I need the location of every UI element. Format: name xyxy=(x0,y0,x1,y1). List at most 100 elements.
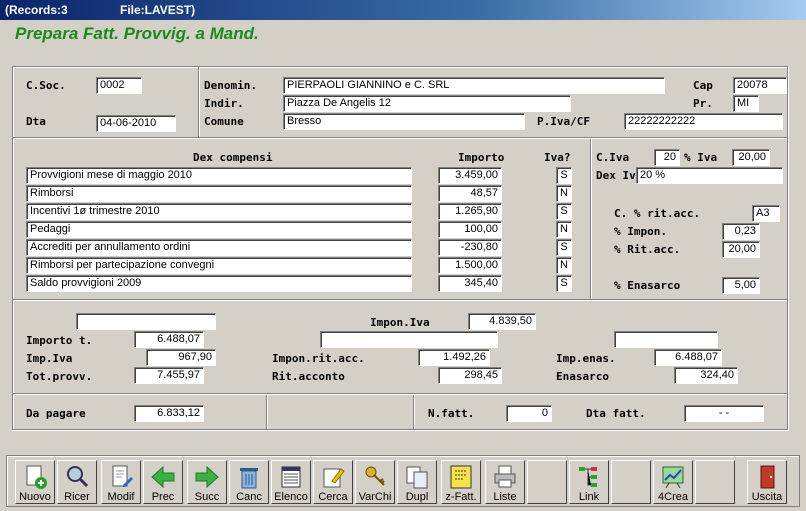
link-tree-icon xyxy=(570,463,608,491)
compenso-importo-field[interactable]: 3.459,00 xyxy=(438,167,502,184)
compenso-importo-field[interactable]: -230,80 xyxy=(438,239,502,256)
compenso-dex-field[interactable]: Incentivi 1ø trimestre 2010 xyxy=(26,203,412,220)
arrow-right-icon xyxy=(188,463,226,491)
trash-icon xyxy=(230,463,268,491)
impon-iva-label: Impon.Iva xyxy=(370,316,430,329)
new-document-icon xyxy=(16,463,54,491)
nfatt-label: N.fatt. xyxy=(428,407,475,420)
compenso-dex-field[interactable]: Provvigioni mese di maggio 2010 xyxy=(26,167,412,184)
enasarco-perc-field[interactable]: 5,00 xyxy=(722,277,760,294)
exit-door-icon xyxy=(748,463,786,491)
imp-iva-field[interactable]: 967,90 xyxy=(146,349,216,366)
divider xyxy=(13,137,787,139)
uscita-button[interactable]: Uscita xyxy=(747,460,787,504)
blank-field[interactable] xyxy=(76,313,216,330)
importo-t-label: Importo t. xyxy=(26,334,93,347)
critacc-field[interactable]: A3 xyxy=(752,205,780,222)
cap-field[interactable]: 20078 xyxy=(733,77,787,94)
compenso-iva-field[interactable]: S xyxy=(556,275,572,292)
empty-button[interactable] xyxy=(527,460,567,504)
printer-icon xyxy=(486,463,524,491)
impon-ritacc-label: Impon.rit.acc. xyxy=(272,352,365,365)
dtafatt-field[interactable]: - - xyxy=(684,405,764,422)
ritacc-perc-field[interactable]: 20,00 xyxy=(722,241,760,258)
z-fatt-button[interactable]: z-Fatt. xyxy=(441,460,481,504)
compenso-iva-field[interactable]: S xyxy=(556,239,572,256)
compenso-importo-field[interactable]: 1.500,00 xyxy=(438,257,502,274)
ricer-button[interactable]: Ricer xyxy=(57,460,97,504)
compenso-dex-field[interactable]: Saldo provvigioni 2009 xyxy=(26,275,412,292)
compenso-iva-field[interactable]: N xyxy=(556,257,572,274)
pr-field[interactable]: MI xyxy=(733,95,759,112)
col-importo-header: Importo xyxy=(458,151,505,164)
empty-button[interactable] xyxy=(695,460,735,504)
rit-acconto-field[interactable]: 298,45 xyxy=(438,367,502,384)
canc-button[interactable]: Canc xyxy=(229,460,269,504)
compenso-iva-field[interactable]: S xyxy=(556,167,572,184)
nuovo-button[interactable]: Nuovo xyxy=(15,460,55,504)
col-iva-header: Iva? xyxy=(544,151,571,164)
indir-field[interactable]: Piazza De Angelis 12 xyxy=(283,95,571,112)
compenso-dex-field[interactable]: Rimborsi xyxy=(26,185,412,202)
dex-iva-label: Dex Iv xyxy=(596,169,636,182)
compenso-importo-field[interactable]: 100,00 xyxy=(438,221,502,238)
compenso-importo-field[interactable]: 345,40 xyxy=(438,275,502,292)
impon-iva-field[interactable]: 4.839,50 xyxy=(468,313,536,330)
dta-field[interactable]: 04-06-2010 xyxy=(96,115,176,132)
modif-button[interactable]: Modif xyxy=(101,460,141,504)
compenso-dex-field[interactable]: Pedaggi xyxy=(26,221,412,238)
chart-board-icon xyxy=(654,463,692,491)
compenso-iva-field[interactable]: N xyxy=(556,185,572,202)
impon-perc-field[interactable]: 0,23 xyxy=(722,223,760,240)
perc-iva-field[interactable]: 20,00 xyxy=(732,149,770,166)
liste-button[interactable]: Liste xyxy=(485,460,525,504)
cerca-button[interactable]: Cerca xyxy=(313,460,353,504)
csoc-field[interactable]: 0002 xyxy=(96,77,142,94)
enasarco-perc-label: % Enasarco xyxy=(614,279,681,292)
toolbar: Nuovo Ricer Modif Prec Succ Canc Elenco … xyxy=(6,455,800,507)
impon-perc-label: % Impon. xyxy=(614,225,667,238)
empty-button[interactable] xyxy=(611,460,651,504)
crea-button[interactable]: 4Crea xyxy=(653,460,693,504)
enasarco-field[interactable]: 324,40 xyxy=(674,367,738,384)
link-button[interactable]: Link xyxy=(569,460,609,504)
dex-iva-field[interactable]: 20 % xyxy=(636,167,783,184)
edit-document-icon xyxy=(102,463,140,491)
window-titlebar: (Records:3 File:LAVEST) xyxy=(0,0,806,20)
col-dex-header: Dex compensi xyxy=(193,151,273,164)
compenso-dex-field[interactable]: Rimborsi per partecipazione convegni xyxy=(26,257,412,274)
compenso-dex-field[interactable]: Accrediti per annullamento ordini xyxy=(26,239,412,256)
blank-field[interactable] xyxy=(614,331,718,348)
perc-iva-label: % Iva xyxy=(684,151,718,164)
divider xyxy=(413,395,415,429)
civa-label: C.Iva xyxy=(596,151,630,164)
divider xyxy=(198,67,200,137)
file-name: File:LAVEST) xyxy=(120,3,196,17)
prec-button[interactable]: Prec xyxy=(143,460,183,504)
denomin-label: Denomin. xyxy=(204,79,257,92)
impon-ritacc-field[interactable]: 1.492,26 xyxy=(418,349,490,366)
varchi-button[interactable]: VarChi xyxy=(355,460,395,504)
critacc-label: C. % rit.acc. xyxy=(614,207,701,220)
keys-icon xyxy=(356,463,394,491)
arrow-left-icon xyxy=(144,463,182,491)
importo-t-field[interactable]: 6.488,07 xyxy=(134,331,204,348)
tot-provv-field[interactable]: 7.455,97 xyxy=(134,367,204,384)
divider xyxy=(13,393,787,395)
nfatt-field[interactable]: 0 xyxy=(506,405,552,422)
blank-field[interactable] xyxy=(320,331,498,348)
compenso-importo-field[interactable]: 1.265,90 xyxy=(438,203,502,220)
civa-field[interactable]: 20 xyxy=(654,149,680,166)
succ-button[interactable]: Succ xyxy=(187,460,227,504)
elenco-button[interactable]: Elenco xyxy=(271,460,311,504)
comune-field[interactable]: Bresso xyxy=(283,113,525,130)
denomin-field[interactable]: PIERPAOLI GIANNINO e C. SRL xyxy=(283,77,665,94)
piva-label: P.Iva/CF xyxy=(537,115,590,128)
compenso-iva-field[interactable]: N xyxy=(556,221,572,238)
piva-field[interactable]: 22222222222 xyxy=(624,113,783,130)
da-pagare-field[interactable]: 6.833,12 xyxy=(134,405,204,422)
compenso-iva-field[interactable]: S xyxy=(556,203,572,220)
dupl-button[interactable]: Dupl xyxy=(397,460,437,504)
compenso-importo-field[interactable]: 48,57 xyxy=(438,185,502,202)
imp-enas-field[interactable]: 6.488,07 xyxy=(654,349,722,366)
